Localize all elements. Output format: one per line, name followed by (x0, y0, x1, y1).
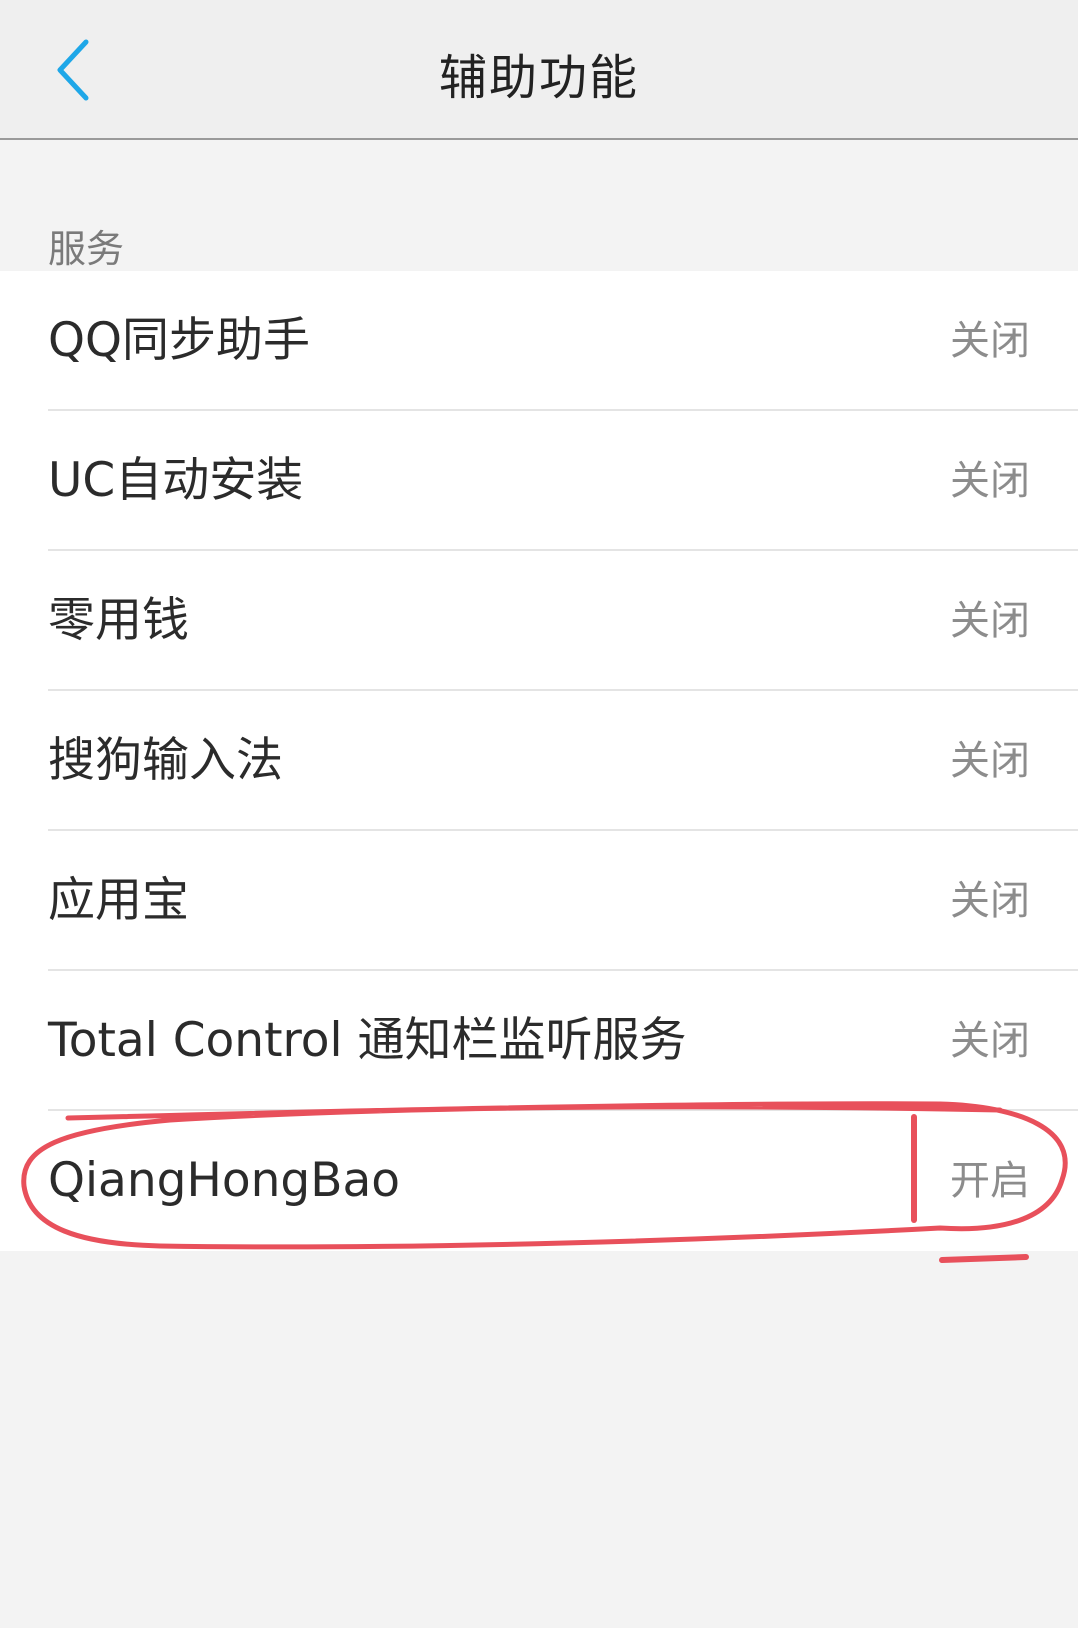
service-name: 搜狗输入法 (48, 733, 283, 788)
service-name: QiangHongBao (48, 1153, 400, 1208)
service-item-uc-install[interactable]: UC自动安装 关闭 (0, 411, 1078, 551)
service-status: 关闭 (950, 878, 1030, 924)
section-header-services: 服务 (48, 227, 125, 271)
service-item-qq-sync[interactable]: QQ同步助手 关闭 (0, 271, 1078, 411)
service-name: 零用钱 (48, 593, 189, 648)
service-item-pocket-money[interactable]: 零用钱 关闭 (0, 551, 1078, 691)
service-status: 关闭 (950, 1018, 1030, 1064)
service-name: 应用宝 (48, 873, 189, 928)
service-status: 关闭 (950, 318, 1030, 364)
service-item-app-store[interactable]: 应用宝 关闭 (0, 831, 1078, 971)
service-status: 关闭 (950, 458, 1030, 504)
service-name: QQ同步助手 (48, 313, 310, 368)
page-title: 辅助功能 (438, 50, 639, 106)
service-name: UC自动安装 (48, 453, 304, 508)
service-item-qianghongbao[interactable]: QiangHongBao 开启 (0, 1111, 1078, 1251)
service-item-sogou-input[interactable]: 搜狗输入法 关闭 (0, 691, 1078, 831)
service-name: Total Control 通知栏监听服务 (48, 1013, 687, 1068)
service-status: 关闭 (950, 738, 1030, 784)
services-list: QQ同步助手 关闭 UC自动安装 关闭 零用钱 关闭 搜狗输入法 关闭 应用宝 … (0, 271, 1078, 1251)
service-item-total-control[interactable]: Total Control 通知栏监听服务 关闭 (0, 971, 1078, 1111)
service-status: 关闭 (950, 598, 1030, 644)
service-status: 开启 (950, 1158, 1030, 1204)
title-bar: 辅助功能 (0, 0, 1078, 140)
